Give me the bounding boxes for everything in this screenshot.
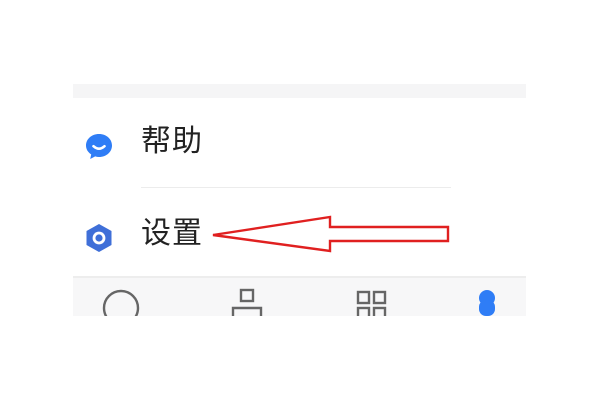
menu-divider xyxy=(141,187,451,188)
tab-messages[interactable] xyxy=(83,278,163,316)
menu-item-help-label: 帮助 xyxy=(141,124,203,159)
settings-menu-list: 帮助 设置 xyxy=(73,98,526,276)
contacts-icon xyxy=(231,288,263,316)
chat-bubble-icon xyxy=(83,130,115,162)
chat-circle-icon xyxy=(102,289,140,316)
profile-icon xyxy=(479,290,495,316)
top-header-band xyxy=(73,84,526,98)
grid-apps-icon xyxy=(356,290,387,316)
tab-apps[interactable] xyxy=(333,278,413,316)
app-screen: 帮助 设置 xyxy=(73,84,526,316)
screenshot-stage: 帮助 设置 xyxy=(0,0,600,400)
menu-item-help[interactable]: 帮助 xyxy=(73,98,526,188)
hexagon-settings-icon xyxy=(83,222,115,254)
bottom-tab-bar xyxy=(73,278,526,316)
tab-profile[interactable] xyxy=(456,278,526,316)
tab-contacts[interactable] xyxy=(208,278,288,316)
menu-item-settings-label: 设置 xyxy=(141,216,203,251)
menu-item-settings[interactable]: 设置 xyxy=(73,190,526,278)
